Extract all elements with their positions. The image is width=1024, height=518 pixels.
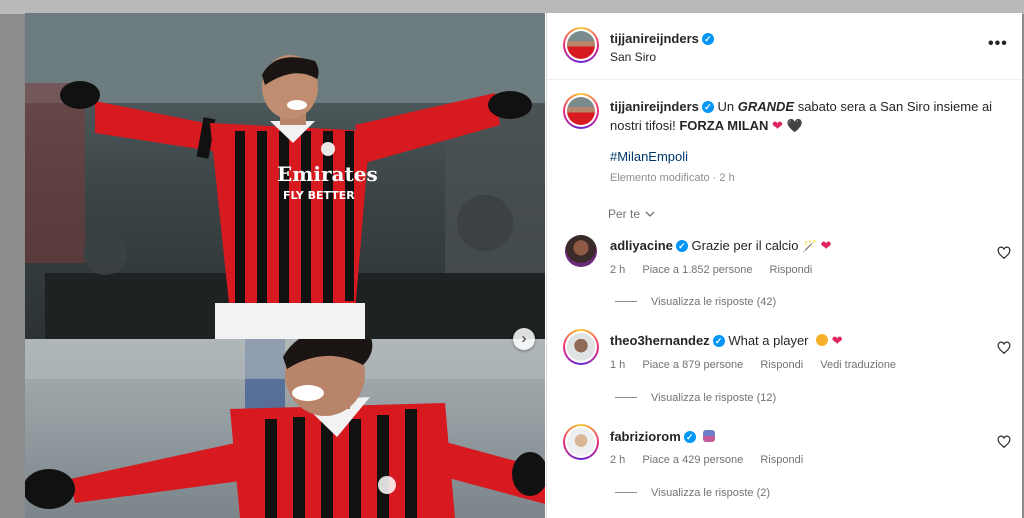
commenter-username[interactable]: adliyacine bbox=[610, 238, 673, 253]
verified-badge-icon: ✓ bbox=[683, 431, 696, 443]
verified-badge-icon: ✓ bbox=[712, 335, 725, 347]
chevron-right-icon: › bbox=[521, 330, 527, 347]
author-username: tijjanireijnders bbox=[610, 31, 699, 46]
caption-author-username[interactable]: tijjanireijnders bbox=[610, 99, 699, 114]
post-media[interactable]: Emirates FLY BETTER › bbox=[25, 13, 545, 518]
replies-divider bbox=[615, 397, 637, 398]
replies-divider bbox=[615, 492, 637, 493]
red-heart-icon: ❤ bbox=[772, 118, 783, 133]
reply-button[interactable]: Rispondi bbox=[770, 264, 813, 276]
comment-time: 2 h bbox=[610, 264, 626, 276]
like-heart-icon[interactable] bbox=[997, 341, 1011, 355]
comment-likes-link[interactable]: Piace a 879 persone bbox=[642, 359, 743, 371]
caption-bold: FORZA MILAN bbox=[679, 118, 769, 133]
post-side-panel: tijjanireijnders ✓ San Siro ••• tijjanire… bbox=[546, 13, 1022, 518]
view-replies-button[interactable]: Visualizza le risposte (2) bbox=[615, 487, 770, 499]
view-replies-button[interactable]: Visualizza le risposte (42) bbox=[615, 296, 776, 308]
wand-emoji-icon: 🪄 bbox=[802, 239, 818, 253]
view-replies-label: Visualizza le risposte (12) bbox=[651, 392, 777, 404]
sponsor-text-line2: FLY BETTER bbox=[283, 189, 355, 202]
commenter-username[interactable]: theo3hernandez bbox=[610, 333, 710, 348]
caption-text-before: Un bbox=[717, 99, 738, 114]
commenter-avatar[interactable] bbox=[565, 235, 597, 267]
red-heart-icon: ❤ bbox=[820, 238, 832, 253]
commenter-username[interactable]: fabriziorom bbox=[610, 429, 681, 444]
view-replies-label: Visualizza le risposte (42) bbox=[651, 296, 777, 308]
reply-button[interactable]: Rispondi bbox=[760, 359, 803, 371]
sort-label: Per te bbox=[608, 207, 641, 221]
astonished-emoji-icon bbox=[816, 334, 829, 346]
carousel-next-button[interactable]: › bbox=[513, 328, 535, 350]
author-avatar[interactable] bbox=[563, 27, 599, 63]
photo-celebration-top: Emirates FLY BETTER bbox=[25, 13, 545, 339]
comment-time: 1 h bbox=[610, 359, 626, 371]
post-dialog: Emirates FLY BETTER › tijjanireijnders ✓… bbox=[25, 13, 1022, 518]
browser-backdrop bbox=[0, 0, 1024, 14]
author-username-link[interactable]: tijjanireijnders ✓ bbox=[610, 31, 714, 46]
comment-text: What a player bbox=[728, 333, 809, 348]
comment-likes-link[interactable]: Piace a 1.852 persone bbox=[642, 264, 752, 276]
red-heart-icon: ❤ bbox=[831, 333, 843, 348]
verified-badge-icon: ✓ bbox=[701, 101, 714, 113]
view-replies-label: Visualizza le risposte (2) bbox=[651, 487, 771, 499]
location-link[interactable]: San Siro bbox=[610, 50, 656, 64]
comment-sort-button[interactable]: Per te bbox=[608, 207, 655, 221]
comment-meta: 1 h Piace a 879 persone Rispondi Vedi tr… bbox=[610, 359, 910, 371]
edited-timestamp: Elemento modificato · 2 h bbox=[610, 172, 735, 184]
like-heart-icon[interactable] bbox=[997, 246, 1011, 260]
comment-meta: 2 h Piace a 1.852 persone Rispondi bbox=[610, 264, 826, 276]
see-translation-button[interactable]: Vedi traduzione bbox=[820, 359, 896, 371]
post-header: tijjanireijnders ✓ San Siro ••• bbox=[547, 13, 1022, 80]
comment-likes-link[interactable]: Piace a 429 persone bbox=[642, 454, 743, 466]
hashtag-link[interactable]: #MilanEmpoli bbox=[610, 149, 688, 164]
view-replies-button[interactable]: Visualizza le risposte (12) bbox=[615, 392, 776, 404]
post-caption: tijjanireijnders ✓ Un GRANDE sabato sera … bbox=[610, 97, 1010, 135]
comment-time: 2 h bbox=[610, 454, 626, 466]
comment-body: fabriziorom ✓ bbox=[610, 429, 716, 444]
more-dots-icon: ••• bbox=[988, 35, 1008, 52]
like-heart-icon[interactable] bbox=[997, 435, 1011, 449]
caption-emphasis: GRANDE bbox=[737, 99, 795, 114]
person-emoji-icon bbox=[703, 430, 716, 442]
comment-text: Grazie per il calcio bbox=[691, 238, 799, 253]
commenter-avatar[interactable] bbox=[563, 329, 599, 365]
comment-body: theo3hernandez ✓ What a player ❤ bbox=[610, 333, 843, 349]
comment-body: adliyacine ✓ Grazie per il calcio 🪄 ❤ bbox=[610, 238, 832, 254]
reply-button[interactable]: Rispondi bbox=[760, 454, 803, 466]
photo-celebration-bottom bbox=[25, 339, 545, 518]
more-options-button[interactable]: ••• bbox=[988, 35, 1008, 53]
comment-meta: 2 h Piace a 429 persone Rispondi bbox=[610, 454, 817, 466]
chevron-down-icon bbox=[645, 211, 655, 217]
verified-badge-icon: ✓ bbox=[701, 33, 714, 45]
commenter-avatar[interactable] bbox=[563, 424, 599, 460]
caption-author-avatar[interactable] bbox=[563, 93, 599, 129]
replies-divider bbox=[615, 301, 637, 302]
verified-badge-icon: ✓ bbox=[675, 240, 688, 252]
black-heart-icon: 🖤 bbox=[786, 118, 803, 133]
sponsor-text-line1: Emirates bbox=[277, 162, 378, 186]
